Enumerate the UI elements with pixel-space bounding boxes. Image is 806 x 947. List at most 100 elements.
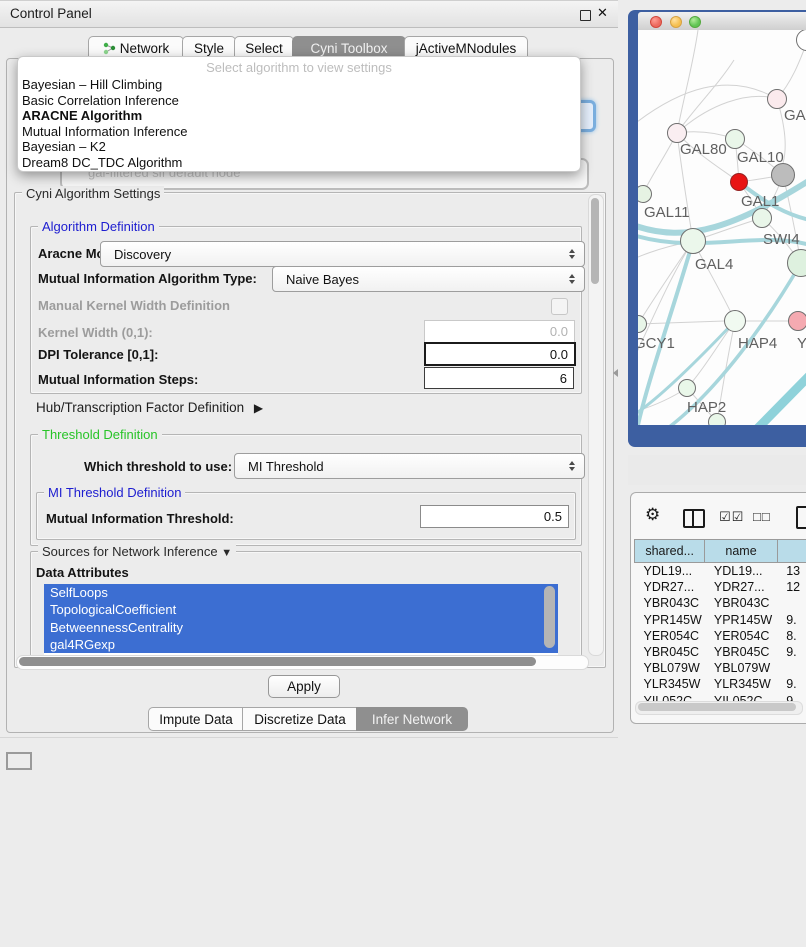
algorithm-option[interactable]: Dream8 DC_TDC Algorithm: [18, 155, 580, 171]
close-traffic-light-icon[interactable]: [650, 16, 662, 28]
table-cell[interactable]: 9.: [777, 676, 806, 692]
network-node-y[interactable]: [788, 311, 806, 331]
scrollbar-thumb[interactable]: [591, 198, 599, 284]
select-all-checkboxes-icon[interactable]: ☑☑: [719, 509, 744, 525]
table-cell[interactable]: YLR345W: [635, 676, 705, 692]
network-node-gal1[interactable]: [730, 173, 748, 191]
table-row[interactable]: YER054CYER054C8.: [635, 628, 806, 644]
algorithm-option[interactable]: Mutual Information Inference: [18, 124, 580, 140]
column-header-partial[interactable]: [777, 540, 806, 563]
table-header-row[interactable]: shared... name: [635, 540, 806, 563]
network-window-titlebar[interactable]: [638, 12, 806, 31]
table-row[interactable]: YDR27...YDR27...12: [635, 579, 806, 595]
table-cell[interactable]: YBR045C: [635, 644, 705, 660]
scrollbar-thumb[interactable]: [638, 703, 796, 711]
manual-kernel-checkbox[interactable]: [551, 298, 568, 315]
deselect-checkboxes-icon[interactable]: □□: [753, 509, 771, 524]
network-node-gal10[interactable]: [725, 129, 745, 149]
dpi-tolerance-field[interactable]: 0.0: [424, 342, 576, 366]
table-row[interactable]: YDL19...YDL19...13: [635, 563, 806, 580]
tab-infer-network[interactable]: Infer Network: [356, 707, 468, 731]
network-node-hap4[interactable]: [724, 310, 746, 332]
which-threshold-combobox[interactable]: MI Threshold: [234, 453, 585, 479]
sources-group-title[interactable]: Sources for Network Inference ▼: [38, 544, 236, 559]
kernel-width-field[interactable]: 0.0: [424, 320, 575, 343]
network-node-gal[interactable]: [767, 89, 787, 109]
column-header-name[interactable]: name: [705, 540, 777, 563]
mi-threshold-field[interactable]: 0.5: [420, 505, 569, 528]
table-cell[interactable]: YER054C: [635, 628, 705, 644]
tab-impute-data[interactable]: Impute Data: [148, 707, 243, 731]
table-cell[interactable]: [777, 595, 806, 611]
table-row[interactable]: YBR045CYBR045C9.: [635, 644, 806, 660]
algorithm-option[interactable]: Basic Correlation Inference: [18, 93, 580, 109]
scrollbar-thumb[interactable]: [19, 657, 536, 666]
settings-vertical-scrollbar[interactable]: [588, 194, 604, 656]
columns-icon[interactable]: [683, 509, 705, 528]
data-attributes-list[interactable]: SelfLoopsTopologicalCoefficientBetweenne…: [44, 584, 558, 655]
table-horizontal-scrollbar[interactable]: [635, 701, 803, 715]
hub-definition-toggle[interactable]: Hub/Transcription Factor Definition ▶: [36, 400, 263, 415]
column-header-shared-name[interactable]: shared...: [635, 540, 705, 563]
table-row[interactable]: YBR043CYBR043C: [635, 595, 806, 611]
network-node-gal80[interactable]: [667, 123, 687, 143]
table-cell[interactable]: [777, 660, 806, 676]
float-window-icon[interactable]: [580, 10, 591, 21]
network-node-hap2[interactable]: [678, 379, 696, 397]
algorithm-list: Bayesian – Hill ClimbingBasic Correlatio…: [18, 77, 580, 171]
table-cell[interactable]: 13: [777, 563, 806, 580]
stepper-arrows-icon: [569, 274, 575, 284]
mi-type-label: Mutual Information Algorithm Type:: [38, 271, 257, 286]
apply-button[interactable]: Apply: [268, 675, 340, 698]
attribute-item[interactable]: BetweennessCentrality: [44, 619, 558, 636]
table-cell[interactable]: YBR043C: [705, 595, 777, 611]
splitter-collapse-icon[interactable]: [613, 369, 618, 377]
table-cell[interactable]: YPR145W: [635, 612, 705, 628]
table-cell[interactable]: YBL079W: [705, 660, 777, 676]
table-cell[interactable]: YDR27...: [635, 579, 705, 595]
attributes-scrollbar-thumb[interactable]: [544, 586, 555, 648]
tab-discretize-data[interactable]: Discretize Data: [242, 707, 358, 731]
mi-steps-field[interactable]: 6: [424, 367, 574, 389]
table-cell[interactable]: 9.: [777, 644, 806, 660]
network-node[interactable]: [771, 163, 795, 187]
algorithm-option[interactable]: Bayesian – K2: [18, 139, 580, 155]
table-cell[interactable]: YLR345W: [705, 676, 777, 692]
network-node-gal4[interactable]: [680, 228, 706, 254]
table-cell[interactable]: 12: [777, 579, 806, 595]
attribute-item[interactable]: TopologicalCoefficient: [44, 601, 558, 618]
attribute-item[interactable]: SelfLoops: [44, 584, 558, 601]
table-cell[interactable]: 9.: [777, 612, 806, 628]
table-row[interactable]: YLR345WYLR345W9.: [635, 676, 806, 692]
aracne-mode-combobox[interactable]: Discovery: [100, 241, 585, 267]
table-cell[interactable]: YBL079W: [635, 660, 705, 676]
gear-icon[interactable]: ⚙: [645, 505, 660, 525]
table-row[interactable]: YBL079WYBL079W: [635, 660, 806, 676]
algorithm-option[interactable]: ARACNE Algorithm: [18, 108, 580, 124]
table-cell[interactable]: YPR145W: [705, 612, 777, 628]
settings-horizontal-scrollbar[interactable]: [16, 655, 589, 670]
table-cell[interactable]: YDL19...: [635, 563, 705, 580]
network-node-swi4[interactable]: [752, 208, 772, 228]
table-cell[interactable]: YDR27...: [705, 579, 777, 595]
table-cell[interactable]: YBR045C: [705, 644, 777, 660]
algorithm-option[interactable]: Bayesian – Hill Climbing: [18, 77, 580, 93]
close-icon[interactable]: ✕: [597, 5, 608, 21]
table-cell[interactable]: YBR043C: [635, 595, 705, 611]
tab-label: Cyni Toolbox: [310, 41, 387, 56]
table-cell[interactable]: YDL19...: [705, 563, 777, 580]
mi-type-combobox[interactable]: Naive Bayes: [272, 266, 585, 292]
node-table[interactable]: shared... name YDL19...YDL19...13YDR27..…: [634, 539, 806, 702]
network-canvas[interactable]: GALGAL80GAL10GAL1GAL11SWI4GAL4GCY1HAP4YH…: [638, 30, 806, 425]
attribute-item[interactable]: gal4RGexp: [44, 636, 558, 653]
table-row[interactable]: YPR145WYPR145W9.: [635, 612, 806, 628]
docked-panel-icon[interactable]: [6, 752, 32, 770]
network-node[interactable]: [708, 413, 726, 425]
threshold-definition-title: Threshold Definition: [38, 427, 162, 442]
zoom-traffic-light-icon[interactable]: [689, 16, 701, 28]
export-table-icon[interactable]: [796, 506, 806, 529]
node-label: GCY1: [638, 335, 675, 352]
minimize-traffic-light-icon[interactable]: [670, 16, 682, 28]
table-cell[interactable]: 8.: [777, 628, 806, 644]
table-cell[interactable]: YER054C: [705, 628, 777, 644]
